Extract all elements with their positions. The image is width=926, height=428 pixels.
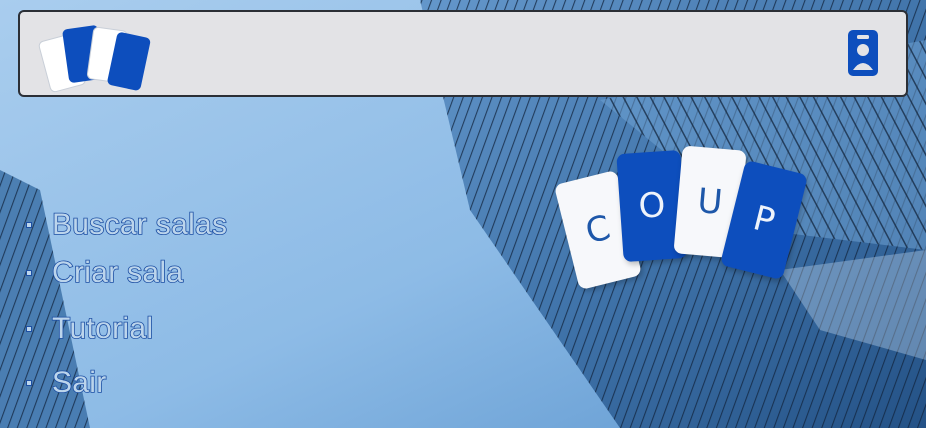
bullet-icon [26,326,32,332]
menu-item-tutorial[interactable]: Tutorial [26,311,154,346]
coup-letter: C [581,207,615,253]
top-header-bar [18,10,908,97]
cards-logo-icon [38,25,151,93]
bullet-icon [26,270,32,276]
bullet-icon [26,222,32,228]
menu-item-label: Buscar salas [51,207,228,242]
menu-item-buscar-salas[interactable]: Buscar salas [26,207,228,242]
coup-logo: C O U P [550,140,840,300]
menu-item-criar-sala[interactable]: Criar sala [26,255,184,290]
menu-item-label: Criar sala [51,255,184,290]
coup-letter: O [637,185,667,227]
coup-letter: U [695,180,725,224]
coup-letter: P [749,198,779,242]
menu-item-label: Tutorial [51,311,154,346]
profile-badge-icon[interactable] [846,28,880,78]
bullet-icon [26,380,32,386]
menu-item-label: Sair [51,365,107,400]
menu-item-sair[interactable]: Sair [26,365,107,400]
